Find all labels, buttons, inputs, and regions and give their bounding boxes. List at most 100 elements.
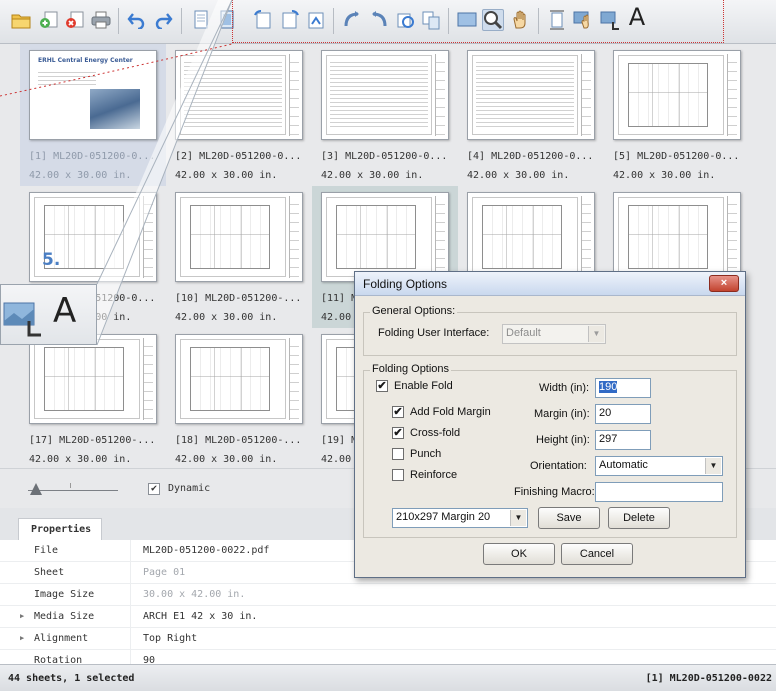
add-fold-margin-label: Add Fold Margin bbox=[410, 406, 491, 418]
slider-tick bbox=[70, 483, 71, 488]
page-thumbnail[interactable] bbox=[467, 192, 595, 282]
thumbnail-label: [4] ML20D-051200-0... bbox=[467, 151, 594, 162]
print-icon[interactable] bbox=[90, 9, 112, 31]
chevron-down-icon: ▼ bbox=[588, 326, 604, 342]
thumbnail-size: 42.00 x 30.00 in. bbox=[613, 170, 716, 181]
property-row[interactable]: Media Size ARCH E1 42 x 30 in. bbox=[0, 606, 776, 628]
page-thumbnail[interactable]: ERHL Central Energy Center bbox=[29, 50, 157, 140]
thumbnail-item[interactable]: [3] ML20D-051200-0... 42.00 x 30.00 in. bbox=[312, 44, 458, 186]
width-value: 190 bbox=[599, 381, 618, 393]
punch-checkbox[interactable] bbox=[392, 448, 404, 460]
folding-ui-label: Folding User Interface: bbox=[378, 327, 490, 339]
building-photo bbox=[90, 89, 140, 129]
thumbnail-item[interactable]: [17] ML20D-051200-... 42.00 x 30.00 in. bbox=[20, 328, 166, 470]
folding-ui-value: Default bbox=[506, 327, 541, 339]
punch-label: Punch bbox=[410, 448, 442, 460]
folding-ui-select[interactable]: Default ▼ bbox=[502, 324, 606, 344]
page-thumbnail[interactable] bbox=[29, 334, 157, 424]
property-row[interactable]: Image Size 30.00 x 42.00 in. bbox=[0, 584, 776, 606]
add-sheet-icon[interactable] bbox=[38, 9, 60, 31]
preset-value: 210x297 Margin 20 bbox=[396, 511, 491, 523]
thumbnail-item[interactable]: [4] ML20D-051200-0... 42.00 x 30.00 in. bbox=[458, 44, 604, 186]
finishing-macro-label: Finishing Macro: bbox=[514, 486, 595, 498]
text-stamp-icon: A bbox=[53, 291, 77, 331]
thumbnail-label: [10] ML20D-051200-... bbox=[175, 293, 302, 304]
thumbnail-label: [2] ML20D-051200-0... bbox=[175, 151, 302, 162]
group-title: Folding Options bbox=[370, 363, 452, 375]
page-thumbnail[interactable] bbox=[321, 50, 449, 140]
close-icon[interactable]: × bbox=[709, 275, 739, 292]
dynamic-checkbox[interactable]: ✔ bbox=[148, 483, 160, 495]
orientation-value: Automatic bbox=[599, 459, 648, 471]
thumbnail-size: 42.00 x 30.00 in. bbox=[29, 454, 132, 465]
delete-preset-button[interactable]: Delete bbox=[608, 507, 670, 529]
page-portrait-icon[interactable] bbox=[190, 9, 212, 31]
property-value: Page 01 bbox=[143, 567, 186, 578]
chevron-down-icon: ▼ bbox=[510, 510, 526, 526]
page-thumbnail[interactable] bbox=[613, 50, 741, 140]
cover-title: ERHL Central Energy Center bbox=[38, 57, 133, 64]
thumbnail-item[interactable]: ERHL Central Energy Center [1] ML20D-051… bbox=[20, 44, 166, 186]
thumbnail-size: 42.00 x 30.00 in. bbox=[467, 170, 570, 181]
preset-select[interactable]: 210x297 Margin 20 ▼ bbox=[392, 508, 528, 528]
dynamic-label: Dynamic bbox=[168, 483, 211, 494]
ok-button[interactable]: OK bbox=[483, 543, 555, 565]
status-bar: 44 sheets, 1 selected [1] ML20D-051200-0… bbox=[0, 664, 776, 691]
property-value: ARCH E1 42 x 30 in. bbox=[143, 611, 258, 622]
folding-options-group: Folding Options ✔ Enable Fold ✔ Add Fold… bbox=[363, 363, 737, 538]
cross-fold-label: Cross-fold bbox=[410, 427, 461, 439]
thumbnail-size: 42.00 x 30.00 in. bbox=[29, 170, 132, 181]
property-key: Media Size bbox=[20, 611, 94, 622]
reinforce-checkbox[interactable] bbox=[392, 469, 404, 481]
orientation-select[interactable]: Automatic ▼ bbox=[595, 456, 723, 476]
enable-fold-checkbox[interactable]: ✔ bbox=[376, 380, 388, 392]
step-number: 5. bbox=[42, 250, 61, 270]
thumbnail-label: [18] ML20D-051200-... bbox=[175, 435, 302, 446]
property-value: 30.00 x 42.00 in. bbox=[143, 589, 246, 600]
dialog-title: Folding Options bbox=[363, 277, 448, 291]
zoom-slider-thumb[interactable] bbox=[30, 483, 42, 495]
callout-zoom-box: A bbox=[0, 284, 97, 345]
save-preset-button[interactable]: Save bbox=[538, 507, 600, 529]
margin-field[interactable]: 20 bbox=[595, 404, 651, 424]
cross-fold-checkbox[interactable]: ✔ bbox=[392, 427, 404, 439]
property-key: Image Size bbox=[34, 589, 95, 600]
orientation-label: Orientation: bbox=[530, 460, 587, 472]
toolbar-separator bbox=[118, 8, 119, 34]
group-title: General Options: bbox=[370, 305, 458, 317]
property-row[interactable]: Rotation 90 bbox=[0, 650, 776, 664]
width-field[interactable]: 190 bbox=[595, 378, 651, 398]
add-fold-margin-checkbox[interactable]: ✔ bbox=[392, 406, 404, 418]
folding-options-dialog: Folding Options × General Options: Foldi… bbox=[354, 271, 746, 578]
property-value: 90 bbox=[143, 655, 156, 664]
page-thumbnail[interactable] bbox=[321, 192, 449, 282]
property-row[interactable]: Alignment Top Right bbox=[0, 628, 776, 650]
thumbnail-item[interactable]: [18] ML20D-051200-... 42.00 x 30.00 in. bbox=[166, 328, 312, 470]
thumbnail-label: [5] ML20D-051200-0... bbox=[613, 151, 740, 162]
thumbnail-item[interactable]: [5] ML20D-051200-0... 42.00 x 30.00 in. bbox=[604, 44, 750, 186]
thumbnail-item[interactable]: [10] ML20D-051200-... 42.00 x 30.00 in. bbox=[166, 186, 312, 328]
height-field[interactable]: 297 bbox=[595, 430, 651, 450]
page-thumbnail[interactable] bbox=[613, 192, 741, 282]
undo-icon[interactable] bbox=[126, 9, 148, 31]
thumbnail-label: [3] ML20D-051200-0... bbox=[321, 151, 448, 162]
finishing-macro-field[interactable] bbox=[595, 482, 723, 502]
page-thumbnail[interactable] bbox=[175, 192, 303, 282]
property-value: Top Right bbox=[143, 633, 198, 644]
callout-highlight-box bbox=[232, 0, 724, 43]
thumbnail-size: 42.00 x 30.00 in. bbox=[175, 454, 278, 465]
cancel-button[interactable]: Cancel bbox=[561, 543, 633, 565]
page-thumbnail[interactable] bbox=[467, 50, 595, 140]
page-thumbnail[interactable] bbox=[175, 334, 303, 424]
thumbnail-item[interactable]: [2] ML20D-051200-0... 42.00 x 30.00 in. bbox=[166, 44, 312, 186]
toolbar-separator bbox=[181, 8, 182, 34]
redo-icon[interactable] bbox=[152, 9, 174, 31]
property-value: ML20D-051200-0022.pdf bbox=[143, 545, 270, 556]
dialog-title-bar[interactable]: Folding Options × bbox=[355, 272, 745, 296]
folder-open-icon[interactable] bbox=[10, 9, 32, 31]
property-key: File bbox=[34, 545, 59, 556]
property-key: Rotation bbox=[34, 655, 83, 664]
tab-properties[interactable]: Properties bbox=[18, 518, 102, 540]
page-thumbnail[interactable] bbox=[175, 50, 303, 140]
delete-sheet-icon[interactable] bbox=[64, 9, 86, 31]
